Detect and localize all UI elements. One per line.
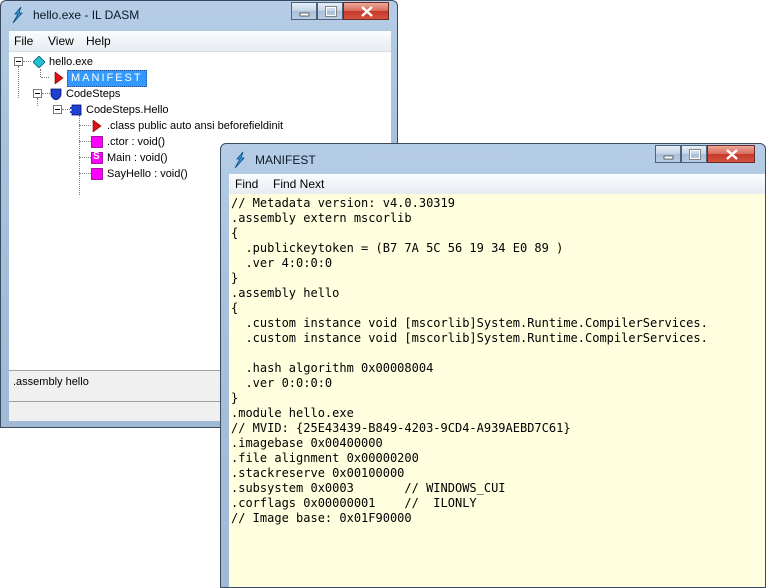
- code-line: .module hello.exe: [231, 406, 354, 420]
- code-line: }: [231, 271, 239, 285]
- status-text: .assembly hello: [13, 376, 89, 388]
- menu-view[interactable]: View: [48, 34, 74, 48]
- ildasm-lightning-icon: [234, 151, 245, 169]
- minimize-icon: [663, 155, 674, 160]
- method-icon: [91, 136, 103, 148]
- code-line: .subsystem 0x0003 // WINDOWS_CUI: [231, 481, 506, 495]
- code-line: .custom instance void [mscorlib]System.R…: [231, 331, 708, 345]
- manifest-window-title: MANIFEST: [255, 153, 316, 167]
- tree-line: [37, 98, 38, 106]
- code-line: .imagebase 0x00400000: [231, 436, 383, 450]
- tree-line: [42, 93, 50, 94]
- maximize-button[interactable]: [317, 2, 343, 20]
- close-icon: [726, 149, 738, 160]
- menu-find-next[interactable]: Find Next: [273, 177, 324, 191]
- code-line: .file alignment 0x00000200: [231, 451, 419, 465]
- maximize-icon: [689, 149, 701, 160]
- close-icon: [361, 6, 373, 17]
- minimize-icon: [299, 12, 310, 17]
- manifest-maximize-button[interactable]: [681, 145, 707, 163]
- manifest-close-button[interactable]: [707, 145, 755, 163]
- manifest-client-area: Find Find Next // Metadata version: v4.0…: [229, 174, 765, 587]
- code-line: // Image base: 0x01F90000: [231, 511, 412, 525]
- menu-find[interactable]: Find: [235, 177, 258, 191]
- tree-line: [79, 173, 91, 174]
- namespace-shield-icon: [50, 88, 62, 100]
- code-line: .hash algorithm 0x00008004: [231, 361, 434, 375]
- menu-file[interactable]: File: [14, 34, 33, 48]
- tree-line: [79, 125, 91, 126]
- class-info-triangle-icon: [92, 120, 102, 132]
- method-icon: [91, 168, 103, 180]
- tree-line: [40, 69, 41, 77]
- static-badge: S: [93, 151, 100, 162]
- main-menu-bar: File View Help: [9, 31, 391, 52]
- class-icon: [70, 104, 82, 116]
- collapse-codesteps-hello-toggle[interactable]: [53, 105, 62, 114]
- main-window-title: hello.exe - IL DASM: [33, 8, 140, 22]
- code-line: }: [231, 391, 239, 405]
- collapse-codesteps-toggle[interactable]: [33, 89, 42, 98]
- code-line: .assembly hello: [231, 286, 340, 300]
- collapse-hello-exe-toggle[interactable]: [14, 57, 23, 66]
- minimize-button[interactable]: [291, 2, 317, 20]
- code-line: .stackreserve 0x00100000: [231, 466, 405, 480]
- code-line: .ver 0:0:0:0: [231, 376, 333, 390]
- maximize-icon: [325, 6, 337, 17]
- tree-line: [62, 109, 70, 110]
- tree-line: [79, 157, 91, 158]
- manifest-window: MANIFEST Find Find Next // Metadata vers…: [220, 143, 766, 588]
- tree-line: [23, 61, 31, 62]
- main-title-bar[interactable]: hello.exe - IL DASM: [1, 1, 397, 29]
- manifest-menu-bar: Find Find Next: [229, 174, 765, 195]
- tree-line: [79, 141, 91, 142]
- code-line: {: [231, 226, 239, 240]
- assembly-diamond-icon: [33, 56, 45, 68]
- tree-line: [18, 66, 19, 98]
- manifest-minimize-button[interactable]: [655, 145, 681, 163]
- tree-line: [41, 77, 49, 78]
- code-line: .corflags 0x00000001 // ILONLY: [231, 496, 477, 510]
- tree-line: [79, 115, 80, 195]
- manifest-code-view[interactable]: // Metadata version: v4.0.30319 .assembly…: [229, 194, 765, 587]
- code-line: .custom instance void [mscorlib]System.R…: [231, 316, 708, 330]
- code-line: .ver 4:0:0:0: [231, 256, 333, 270]
- code-line: {: [231, 301, 239, 315]
- manifest-title-bar[interactable]: MANIFEST: [221, 144, 765, 172]
- menu-help[interactable]: Help: [86, 34, 111, 48]
- code-line: .publickeytoken = (B7 7A 5C 56 19 34 E0 …: [231, 241, 564, 255]
- code-line: // Metadata version: v4.0.30319: [231, 196, 455, 210]
- code-line: // MVID: {25E43439-B849-4203-9CD4-A939AE…: [231, 421, 571, 435]
- ildasm-lightning-icon: [12, 6, 23, 24]
- close-button[interactable]: [343, 2, 389, 20]
- manifest-triangle-icon: [54, 72, 64, 84]
- code-line: .assembly extern mscorlib: [231, 211, 412, 225]
